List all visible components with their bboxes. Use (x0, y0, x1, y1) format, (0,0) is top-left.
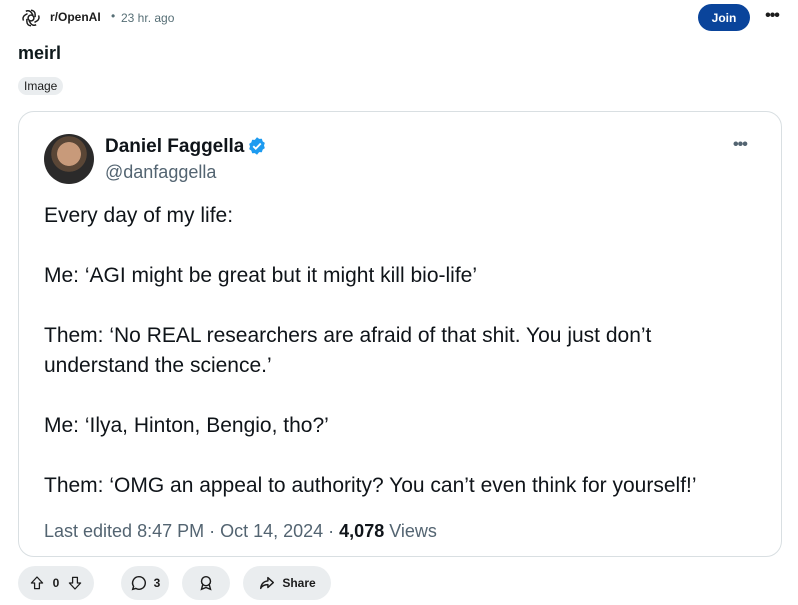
tweet-line: Them: ‘OMG an appeal to authority? You c… (44, 474, 697, 497)
tweet-handle: @danfaggella (105, 162, 217, 182)
vote-count: 0 (52, 576, 60, 590)
comment-count: 3 (153, 576, 161, 590)
tweet-line: Me: ‘Ilya, Hinton, Bengio, tho?’ (44, 414, 329, 437)
tweet-edited-time: Last edited 8:47 PM · Oct 14, 2024 · (44, 521, 340, 541)
subreddit-link[interactable]: r/OpenAI (50, 10, 101, 24)
tweet-line: Me: ‘AGI might be great but it might kil… (44, 264, 478, 287)
tweet-author-name: Daniel Faggella (105, 136, 245, 157)
join-button[interactable]: Join (698, 4, 750, 31)
post-header: r/OpenAI • 23 hr. ago Join ••• (0, 0, 798, 36)
more-options-icon[interactable]: ••• (762, 8, 782, 28)
award-icon (197, 574, 215, 592)
share-icon (258, 574, 276, 592)
post-timestamp: 23 hr. ago (121, 11, 175, 25)
separator-dot: • (111, 9, 116, 23)
award-button[interactable] (182, 566, 230, 600)
tweet-meta: Last edited 8:47 PM · Oct 14, 2024 · 4,0… (44, 521, 437, 542)
upvote-icon[interactable] (29, 575, 45, 591)
post-flair[interactable]: Image (18, 77, 64, 95)
tweet-more-icon: ••• (733, 136, 748, 153)
tweet-line: Them: ‘No REAL researchers are afraid of… (44, 324, 652, 347)
post-title[interactable]: meirl (18, 43, 61, 64)
share-button[interactable]: Share (243, 566, 331, 600)
share-label: Share (282, 576, 316, 590)
tweet-views-count: 4,078 (339, 521, 385, 541)
avatar (44, 134, 94, 184)
downvote-icon[interactable] (67, 575, 83, 591)
tweet-line: Every day of my life: (44, 204, 234, 227)
vote-bar: 0 (18, 566, 94, 600)
tweet-line: understand the science.’ (44, 354, 272, 377)
comment-icon (130, 574, 148, 592)
tweet-image[interactable]: Daniel Faggella @danfaggella ••• Every d… (18, 111, 782, 557)
comments-button[interactable]: 3 (121, 566, 169, 600)
verified-badge-icon (247, 136, 267, 156)
tweet-views-label: Views (384, 521, 437, 541)
openai-logo-icon[interactable] (20, 7, 42, 29)
